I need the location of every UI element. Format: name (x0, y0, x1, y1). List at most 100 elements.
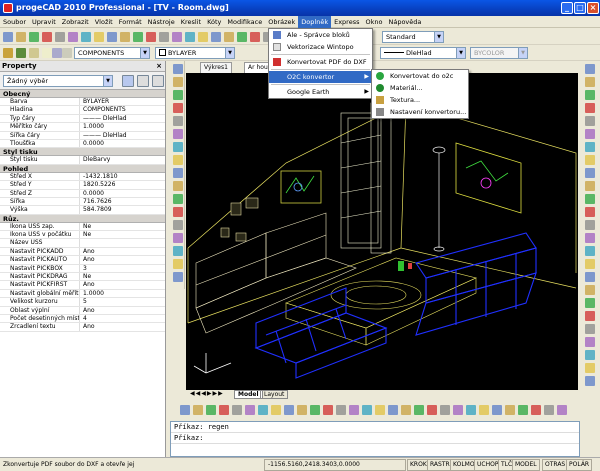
view-tool-icon[interactable] (219, 405, 229, 415)
draw-tool-icon[interactable] (173, 220, 183, 230)
property-value[interactable]: Ano (80, 256, 165, 263)
modify-tool-icon[interactable] (585, 337, 595, 347)
modify-tool-icon[interactable] (585, 142, 595, 152)
draw-tool-icon[interactable] (173, 90, 183, 100)
sun-icon[interactable] (52, 48, 62, 58)
menu-napoveda[interactable]: Nápověda (385, 16, 424, 28)
close-icon[interactable]: × (156, 61, 162, 72)
property-value[interactable]: Ano (80, 307, 165, 314)
standard-tool-icon[interactable] (159, 32, 169, 42)
view-tool-icon[interactable] (336, 405, 346, 415)
menu-item-pdf-to-dxf[interactable]: Konvertovat PDF do DXF (269, 56, 372, 68)
menu-upravit[interactable]: Upravit (29, 16, 59, 28)
select-objects-icon[interactable] (137, 75, 149, 87)
draw-tool-icon[interactable] (173, 181, 183, 191)
layer-state-icon[interactable] (16, 48, 26, 58)
property-value[interactable]: Ano (80, 281, 165, 288)
view-tool-icon[interactable] (557, 405, 567, 415)
view-tool-icon[interactable] (388, 405, 398, 415)
modify-tool-icon[interactable] (585, 324, 595, 334)
menu-item-material[interactable]: Materiál... (372, 82, 468, 94)
standard-tool-icon[interactable] (29, 32, 39, 42)
maximize-button[interactable]: □ (574, 2, 586, 14)
menu-modifikace[interactable]: Modifikace (224, 16, 265, 28)
draw-tool-icon[interactable] (173, 64, 183, 74)
modify-tool-icon[interactable] (585, 272, 595, 282)
text-style-combo[interactable]: Standard ▼ (382, 31, 444, 43)
plotstyle-combo[interactable]: BYCOLOR ▼ (470, 47, 528, 59)
modify-tool-icon[interactable] (585, 194, 595, 204)
draw-tool-icon[interactable] (173, 168, 183, 178)
property-row[interactable]: Střed X -1432.1810 (0, 172, 165, 182)
property-row[interactable]: Výška 584.7809 (0, 206, 165, 215)
draw-tool-icon[interactable] (173, 103, 183, 113)
menu-item-wintopo[interactable]: Vektorizace Wintopo (269, 41, 372, 53)
property-value[interactable]: BYLAYER (80, 98, 165, 105)
draw-tool-icon[interactable] (173, 155, 183, 165)
standard-tool-icon[interactable] (3, 32, 13, 42)
property-row[interactable]: Šířka 716.7626 (0, 197, 165, 207)
modify-tool-icon[interactable] (585, 376, 595, 386)
view-tool-icon[interactable] (232, 405, 242, 415)
menu-obrazek[interactable]: Obrázek (265, 16, 298, 28)
property-value[interactable]: Ne (80, 273, 165, 280)
property-value[interactable]: Ne (80, 223, 165, 230)
lock-icon[interactable] (62, 48, 72, 58)
modify-tool-icon[interactable] (585, 350, 595, 360)
modify-tool-icon[interactable] (585, 129, 595, 139)
property-value[interactable]: ——— DleHlad (80, 115, 165, 122)
view-tool-icon[interactable] (349, 405, 359, 415)
property-section-header[interactable]: Růz. (0, 214, 165, 223)
modify-tool-icon[interactable] (585, 155, 595, 165)
property-row[interactable]: Střed Z 0.0000 (0, 189, 165, 198)
tab-model[interactable]: Model (234, 390, 263, 399)
property-value[interactable]: DleBarvy (80, 156, 165, 163)
menu-item-google-earth[interactable]: Google Earth ▶ (269, 86, 372, 98)
quick-select-icon[interactable] (122, 75, 134, 87)
modify-tool-icon[interactable] (585, 103, 595, 113)
polar-toggle[interactable]: POLÁR (566, 459, 593, 471)
menu-zobrazit[interactable]: Zobrazit (59, 16, 92, 28)
view-tool-icon[interactable] (544, 405, 554, 415)
tab-layout[interactable]: Layout (260, 390, 289, 399)
property-value[interactable]: 0.0000 (80, 190, 165, 197)
view-tool-icon[interactable] (271, 405, 281, 415)
modify-tool-icon[interactable] (585, 77, 595, 87)
menu-item-convert-o2c[interactable]: Konvertovat do o2c (372, 70, 468, 82)
standard-tool-icon[interactable] (211, 32, 221, 42)
view-tool-icon[interactable] (427, 405, 437, 415)
property-section-header[interactable]: Obecný (0, 90, 165, 98)
view-tool-icon[interactable] (206, 405, 216, 415)
view-tool-icon[interactable] (375, 405, 385, 415)
property-row[interactable]: Počet desetinných míst 4 (0, 314, 165, 324)
standard-tool-icon[interactable] (16, 32, 26, 42)
toggle-pickadd-icon[interactable] (152, 75, 164, 87)
property-value[interactable]: 1.0000 (80, 290, 165, 297)
standard-tool-icon[interactable] (107, 32, 117, 42)
property-row[interactable]: Nastavit globální měřít.. 1.0000 (0, 289, 165, 299)
property-row[interactable]: Název USS (0, 239, 165, 248)
property-value[interactable]: 1820.5226 (80, 181, 165, 188)
modify-tool-icon[interactable] (585, 90, 595, 100)
draw-tool-icon[interactable] (173, 129, 183, 139)
property-row[interactable]: Tloušťka 0.0000 (0, 139, 165, 149)
view-tool-icon[interactable] (310, 405, 320, 415)
draw-tool-icon[interactable] (173, 246, 183, 256)
menu-item-texture[interactable]: Textura... (372, 94, 468, 106)
standard-tool-icon[interactable] (68, 32, 78, 42)
property-value[interactable]: Ano (80, 248, 165, 255)
standard-tool-icon[interactable] (224, 32, 234, 42)
drawing-viewport[interactable] (186, 73, 578, 390)
property-value[interactable]: COMPONENTS (80, 106, 165, 113)
modify-tool-icon[interactable] (585, 246, 595, 256)
standard-tool-icon[interactable] (81, 32, 91, 42)
modify-tool-icon[interactable] (585, 233, 595, 243)
property-value[interactable]: 4 (80, 315, 165, 322)
menu-vlozit[interactable]: Vložit (92, 16, 116, 28)
property-row[interactable]: Ikona USS v počátku Ne (0, 231, 165, 240)
property-row[interactable]: Nastavit PICKDRAG Ne (0, 273, 165, 282)
modify-tool-icon[interactable] (585, 168, 595, 178)
minimize-button[interactable]: _ (561, 2, 573, 14)
standard-tool-icon[interactable] (237, 32, 247, 42)
close-button[interactable]: × (587, 2, 599, 14)
